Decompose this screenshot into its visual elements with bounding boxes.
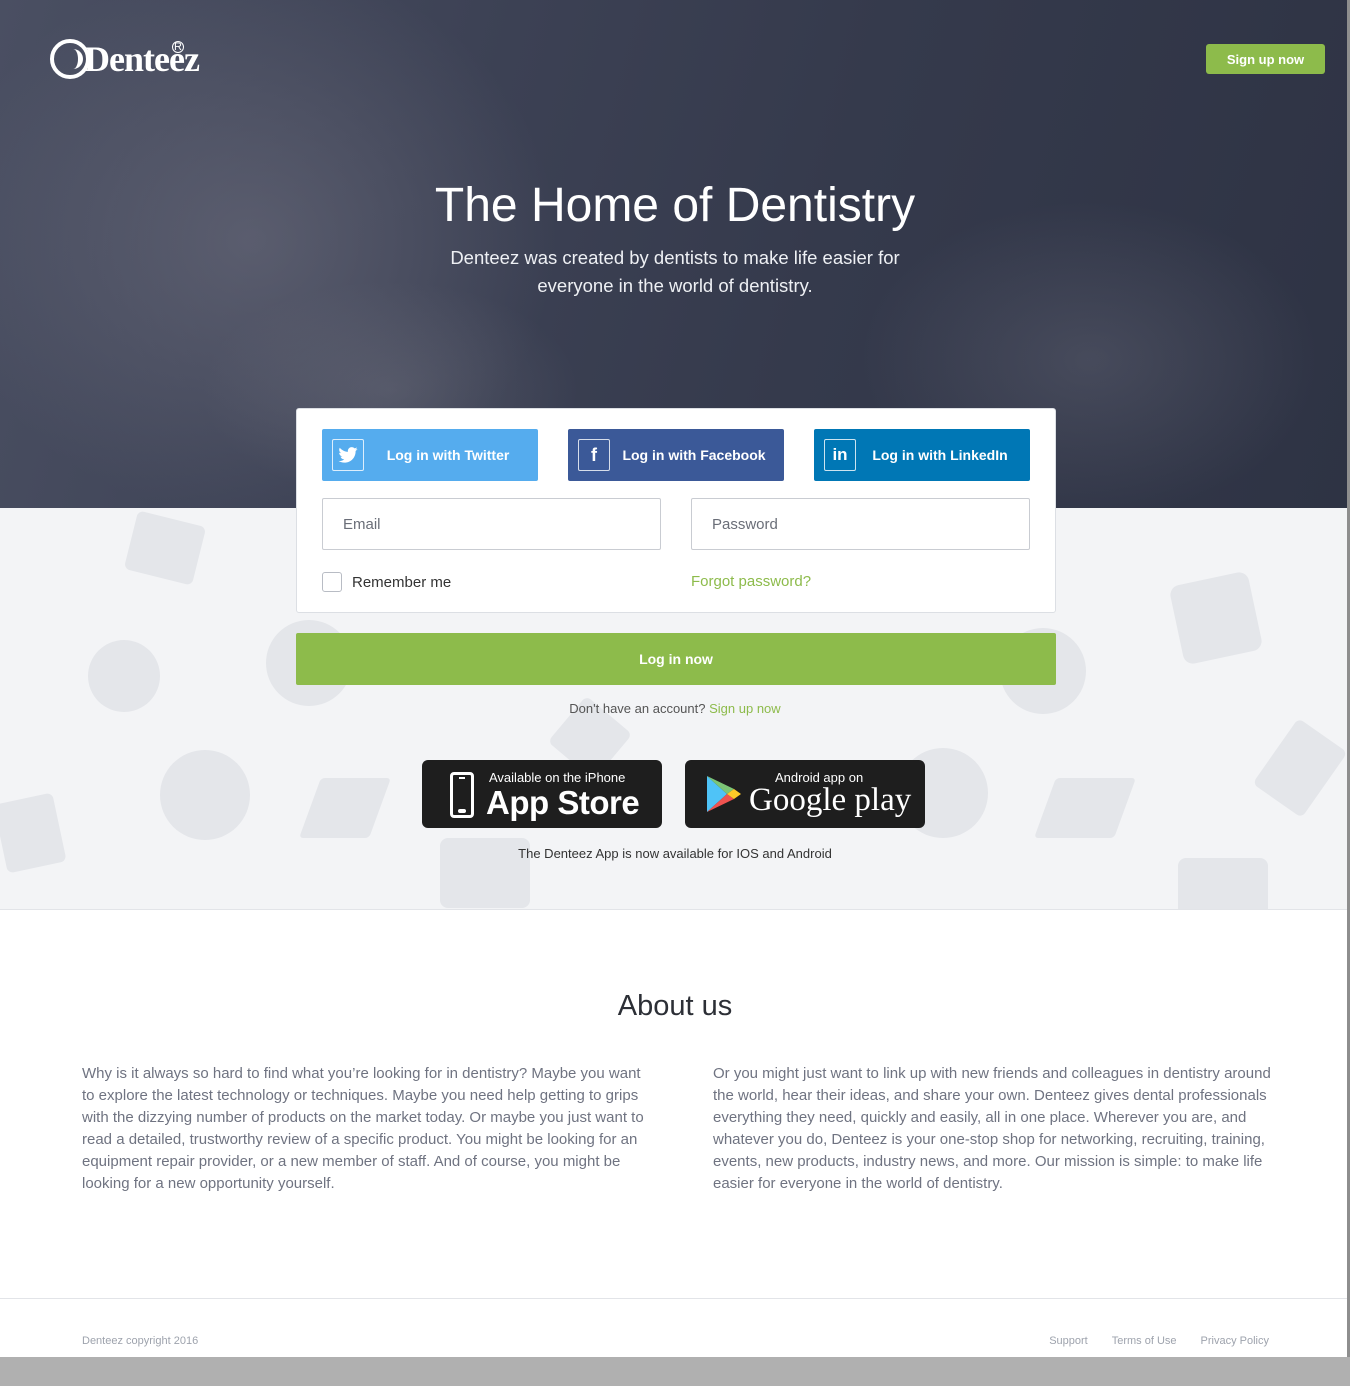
linkedin-login-label: Log in with LinkedIn: [872, 447, 1008, 463]
google-play-icon: [707, 776, 741, 812]
background-lifebuoy-icon: [160, 750, 250, 840]
footer-link-privacy[interactable]: Privacy Policy: [1201, 1335, 1269, 1347]
twitter-icon: [332, 439, 364, 471]
background-wrench-icon: [1252, 718, 1348, 818]
denteez-logo[interactable]: Denteez R: [50, 38, 200, 80]
logo-mark-icon: [50, 39, 90, 79]
about-title: About us: [617, 990, 733, 1022]
app-store-badge[interactable]: Available on the iPhone App Store: [422, 760, 662, 828]
hero-subtitle: Denteez was created by dentists to make …: [450, 247, 900, 296]
signup-prompt-text: Don't have an account?: [569, 701, 706, 716]
remember-me-label: Remember me: [352, 573, 452, 591]
footer-links: Support Terms of Use Privacy Policy: [1049, 1335, 1269, 1347]
background-broom-icon: [299, 778, 391, 838]
signup-button[interactable]: Sign up now: [1206, 44, 1325, 74]
google-play-badge[interactable]: Android app on Google play: [685, 760, 925, 828]
remember-me[interactable]: Remember me: [322, 572, 451, 592]
about-paragraph-left: Why is it always so hard to find what yo…: [82, 1065, 644, 1192]
twitter-login-label: Log in with Twitter: [386, 447, 510, 463]
facebook-login-label: Log in with Facebook: [622, 447, 766, 463]
footer-divider: [0, 1298, 1350, 1299]
app-availability-note: The Denteez App is now available for IOS…: [518, 846, 832, 861]
signup-prompt: Don't have an account? Sign up now: [0, 701, 1350, 716]
footer-link-terms[interactable]: Terms of Use: [1112, 1335, 1177, 1347]
background-medkit-icon: [1178, 858, 1268, 909]
password-field[interactable]: [691, 498, 1030, 550]
copyright-text: Denteez copyright 2016: [82, 1335, 199, 1347]
linkedin-icon: in: [824, 439, 856, 471]
signup-link[interactable]: Sign up now: [709, 701, 781, 716]
hero-title: The Home of Dentistry: [434, 179, 916, 232]
app-store-small-text: Available on the iPhone: [489, 770, 626, 785]
background-folder-icon: [123, 510, 207, 586]
linkedin-login-button[interactable]: in Log in with LinkedIn: [814, 429, 1030, 481]
email-field[interactable]: [322, 498, 661, 550]
google-play-big-text: Google play: [749, 782, 912, 818]
login-button[interactable]: Log in now: [296, 633, 1056, 685]
twitter-login-button[interactable]: Log in with Twitter: [322, 429, 538, 481]
facebook-login-button[interactable]: f Log in with Facebook: [568, 429, 784, 481]
footer-link-support[interactable]: Support: [1049, 1335, 1088, 1347]
background-chair-icon: [0, 792, 67, 874]
login-card: Log in with Twitter f Log in with Facebo…: [296, 408, 1056, 613]
background-broom-icon: [1034, 778, 1136, 838]
about-paragraph-right: Or you might just want to link up with n…: [713, 1065, 1271, 1192]
background-calculator-icon: [1168, 570, 1264, 666]
facebook-icon: f: [578, 439, 610, 471]
forgot-password-link[interactable]: Forgot password?: [691, 572, 811, 592]
phone-icon: [450, 772, 474, 818]
bottom-bar: [0, 1357, 1350, 1386]
registered-icon: R: [172, 41, 184, 53]
app-store-big-text: App Store: [486, 784, 640, 821]
remember-me-checkbox[interactable]: [322, 572, 342, 592]
